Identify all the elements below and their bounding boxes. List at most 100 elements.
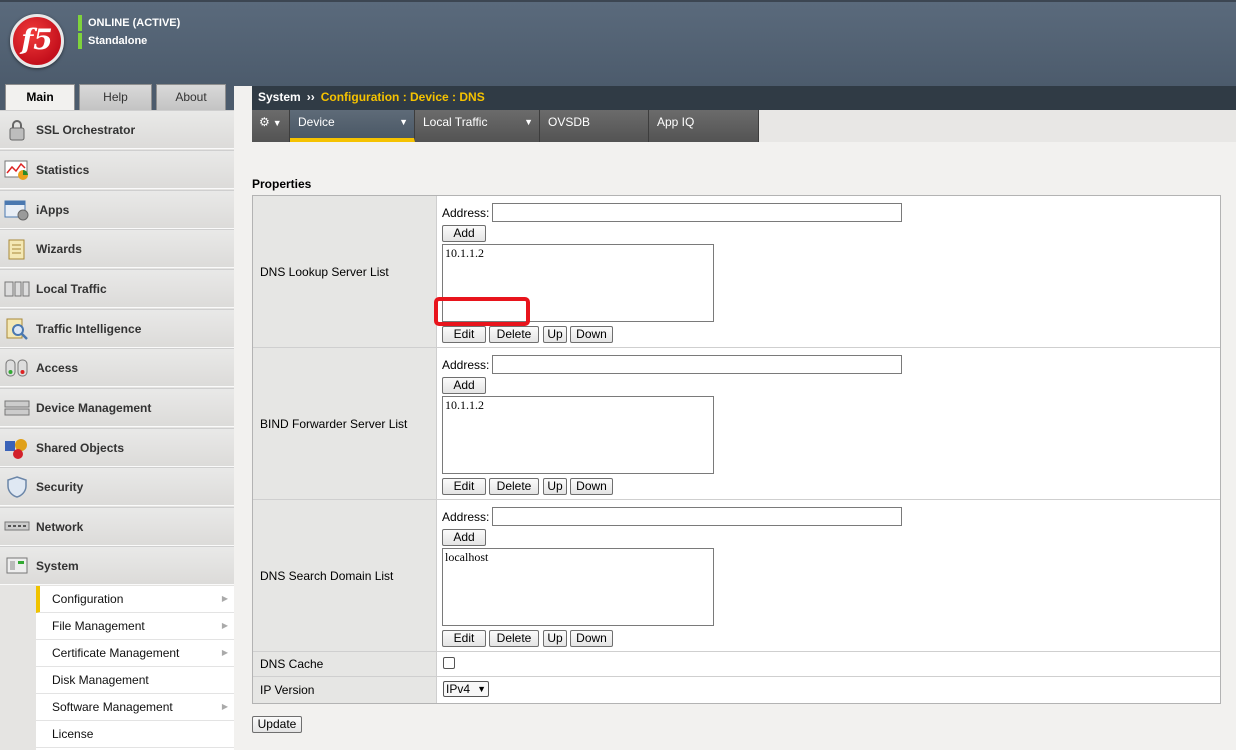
search-domain-delete-button[interactable]: Delete xyxy=(489,630,539,647)
sidebar-item-security[interactable]: Security xyxy=(0,467,234,506)
row-bind-forwarder: BIND Forwarder Server List Address: Add … xyxy=(253,348,1220,500)
dns-cache-label: DNS Cache xyxy=(253,652,437,676)
search-domain-down-button[interactable]: Down xyxy=(570,630,613,647)
dns-search-domain-value: Address: Add localhost Edit Delete Up Do… xyxy=(437,500,1220,651)
chevron-right-icon: ▶ xyxy=(221,648,228,657)
chart-icon xyxy=(4,158,30,182)
search-domain-list[interactable]: localhost xyxy=(442,548,714,626)
dns-lookup-up-button[interactable]: Up xyxy=(543,326,567,343)
chevron-right-icon: ▶ xyxy=(221,594,228,603)
dns-lookup-label: DNS Lookup Server List xyxy=(253,196,437,347)
list-item[interactable]: localhost xyxy=(445,550,711,565)
tab-app-iq[interactable]: App IQ xyxy=(649,110,759,142)
list-item[interactable]: 10.1.1.2 xyxy=(445,246,711,261)
submenu-label: File Management xyxy=(52,619,145,633)
sidebar-item-label: Local Traffic xyxy=(36,282,107,296)
magnifier-icon xyxy=(4,317,30,341)
breadcrumb-root[interactable]: System xyxy=(258,90,301,104)
sidebar-item-traffic-intelligence[interactable]: Traffic Intelligence xyxy=(0,309,234,348)
subtab-bar: ⚙ ▼ Device ▼ Local Traffic ▼ OVSDB App IQ xyxy=(252,110,1236,142)
update-button[interactable]: Update xyxy=(252,716,302,733)
bind-forwarder-server-list[interactable]: 10.1.1.2 xyxy=(442,396,714,474)
sidebar-item-ssl-orchestrator[interactable]: SSL Orchestrator xyxy=(0,110,234,149)
dns-cache-checkbox[interactable] xyxy=(443,657,455,669)
bind-forwarder-add-button[interactable]: Add xyxy=(442,377,486,394)
shield-icon xyxy=(4,475,30,499)
ip-version-label: IP Version xyxy=(253,677,437,703)
bind-forwarder-edit-button[interactable]: Edit xyxy=(442,478,486,495)
tab-ovsdb[interactable]: OVSDB xyxy=(540,110,649,142)
search-domain-address-input[interactable] xyxy=(492,507,902,526)
search-domain-edit-button[interactable]: Edit xyxy=(442,630,486,647)
bind-forwarder-address-input[interactable] xyxy=(492,355,902,374)
bind-forwarder-value: Address: Add 10.1.1.2 Edit Delete Up Dow… xyxy=(437,348,1220,499)
submenu-software-management[interactable]: Software Management ▶ xyxy=(36,694,234,721)
submenu-disk-management[interactable]: Disk Management xyxy=(36,667,234,694)
sidebar-item-network[interactable]: Network xyxy=(0,507,234,546)
traffic-icon xyxy=(4,277,30,301)
chevron-down-icon: ▼ xyxy=(524,117,533,127)
dns-lookup-value: Address: Add 10.1.1.2 Edit Delete Up Dow… xyxy=(437,196,1220,347)
online-status: ONLINE (ACTIVE) xyxy=(78,15,180,31)
submenu-label: License xyxy=(52,727,94,741)
list-item[interactable]: 10.1.1.2 xyxy=(445,398,711,413)
dns-search-domain-label: DNS Search Domain List xyxy=(253,500,437,651)
row-dns-search-domain: DNS Search Domain List Address: Add loca… xyxy=(253,500,1220,652)
left-tab-bar: Main Help About xyxy=(0,84,234,110)
wizard-icon xyxy=(4,237,30,261)
sidebar-item-label: Security xyxy=(36,480,84,494)
properties-table: DNS Lookup Server List Address: Add 10.1… xyxy=(252,195,1221,704)
dns-lookup-delete-button[interactable]: Delete xyxy=(489,326,539,343)
sidebar-item-local-traffic[interactable]: Local Traffic xyxy=(0,269,234,308)
tab-label: App IQ xyxy=(657,115,695,129)
sidebar-item-label: Traffic Intelligence xyxy=(36,322,142,336)
sidebar-item-device-management[interactable]: Device Management xyxy=(0,388,234,427)
f5-logo[interactable]: f5 xyxy=(10,14,64,68)
ip-version-value: IPv4 ▼ xyxy=(437,677,1220,703)
tab-device[interactable]: Device ▼ xyxy=(290,110,415,142)
dns-lookup-add-button[interactable]: Add xyxy=(442,225,486,242)
dns-lookup-down-button[interactable]: Down xyxy=(570,326,613,343)
tab-main[interactable]: Main xyxy=(5,84,75,110)
sidebar-item-label: Device Management xyxy=(36,401,152,415)
chevron-down-icon: ▼ xyxy=(477,684,486,694)
sidebar-item-wizards[interactable]: Wizards xyxy=(0,229,234,268)
bind-forwarder-delete-button[interactable]: Delete xyxy=(489,478,539,495)
dns-lookup-address-input[interactable] xyxy=(492,203,902,222)
tab-about[interactable]: About xyxy=(156,84,226,110)
tab-label: Device xyxy=(298,115,335,129)
search-domain-up-button[interactable]: Up xyxy=(543,630,567,647)
submenu-file-management[interactable]: File Management ▶ xyxy=(36,613,234,640)
tab-local-traffic[interactable]: Local Traffic ▼ xyxy=(415,110,540,142)
sidebar-item-label: Shared Objects xyxy=(36,441,125,455)
sidebar-item-access[interactable]: Access xyxy=(0,348,234,387)
sidebar-item-statistics[interactable]: Statistics xyxy=(0,150,234,189)
chevron-down-icon: ▼ xyxy=(272,118,282,128)
properties-heading: Properties xyxy=(252,177,312,191)
ip-version-select[interactable]: IPv4 ▼ xyxy=(443,681,489,697)
sidebar-item-label: Statistics xyxy=(36,163,90,177)
sidebar: SSL Orchestrator Statistics iApps Wizard… xyxy=(0,110,234,750)
address-label: Address: xyxy=(442,206,490,220)
bind-forwarder-down-button[interactable]: Down xyxy=(570,478,613,495)
submenu-configuration[interactable]: Configuration ▶ xyxy=(36,586,234,613)
chevron-right-icon: ▶ xyxy=(221,702,228,711)
lock-icon xyxy=(4,118,30,142)
main-content: Properties DNS Lookup Server List Addres… xyxy=(252,142,1236,750)
tab-help[interactable]: Help xyxy=(79,84,152,110)
submenu-license[interactable]: License xyxy=(36,721,234,748)
row-dns-lookup: DNS Lookup Server List Address: Add 10.1… xyxy=(253,196,1220,348)
sidebar-item-label: System xyxy=(36,559,79,573)
sidebar-item-shared-objects[interactable]: Shared Objects xyxy=(0,428,234,467)
sidebar-item-label: Network xyxy=(36,520,84,534)
bind-forwarder-label: BIND Forwarder Server List xyxy=(253,348,437,499)
dns-lookup-edit-button[interactable]: Edit xyxy=(442,326,486,343)
bind-forwarder-up-button[interactable]: Up xyxy=(543,478,567,495)
gear-menu-button[interactable]: ⚙ ▼ xyxy=(252,110,290,142)
search-domain-add-button[interactable]: Add xyxy=(442,529,486,546)
sidebar-item-iapps[interactable]: iApps xyxy=(0,190,234,229)
apps-icon xyxy=(4,198,30,222)
gear-icon: ⚙ xyxy=(259,115,270,129)
sidebar-item-system[interactable]: System xyxy=(0,546,234,585)
submenu-certificate-management[interactable]: Certificate Management ▶ xyxy=(36,640,234,667)
